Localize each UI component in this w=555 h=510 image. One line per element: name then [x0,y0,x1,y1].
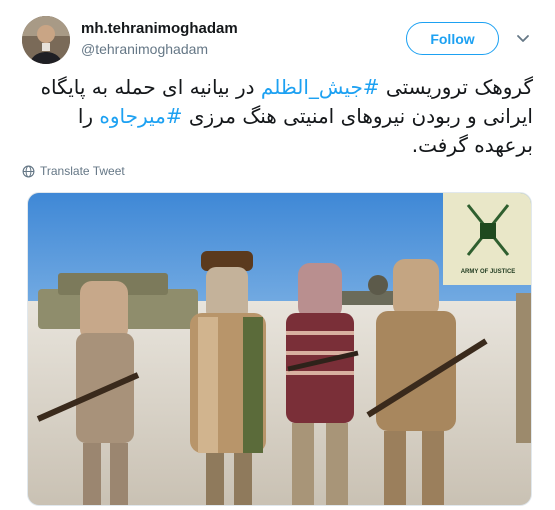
avatar[interactable] [22,16,70,64]
logo-caption: ARMY OF JUSTICE [461,269,516,275]
chevron-down-icon[interactable] [515,32,531,46]
translate-tweet-label: Translate Tweet [40,164,125,178]
tweet-text-line: برعهده گرفت. [18,131,533,160]
tweet-text-segment: ایرانی و ربودن نیروهای امنیتی هنگ مرزی [182,104,533,128]
translate-tweet-link[interactable]: Translate Tweet [22,164,125,178]
person-figure [516,293,531,443]
tweet-text-segment: برعهده گرفت. [411,133,533,157]
tweet-card: mh.tehranimoghadam @tehranimoghadam Foll… [0,0,555,510]
author-display-name[interactable]: mh.tehranimoghadam [81,19,238,39]
author-handle[interactable]: @tehranimoghadam [81,40,208,58]
hashtag-link[interactable]: #میرجاوه [99,104,182,128]
follow-button[interactable]: Follow [406,22,499,55]
tweet-text: گروهک تروریستی #جیش_الظلم در بیانیه ای ح… [18,73,533,160]
tweet-text-segment: را [77,104,100,128]
tweet-text-segment: در بیانیه ای حمله به پایگاه [40,75,261,99]
tweet-text-segment: گروهک تروریستی [379,75,533,99]
hashtag-link[interactable]: #جیش_الظلم [261,75,380,99]
army-of-justice-logo: ARMY OF JUSTICE [443,193,531,285]
tweet-text-line: گروهک تروریستی #جیش_الظلم در بیانیه ای ح… [18,73,533,102]
tweet-photo[interactable]: ARMY OF JUSTICE [27,192,532,506]
globe-icon [22,165,35,177]
tweet-text-line: ایرانی و ربودن نیروهای امنیتی هنگ مرزی #… [18,102,533,131]
